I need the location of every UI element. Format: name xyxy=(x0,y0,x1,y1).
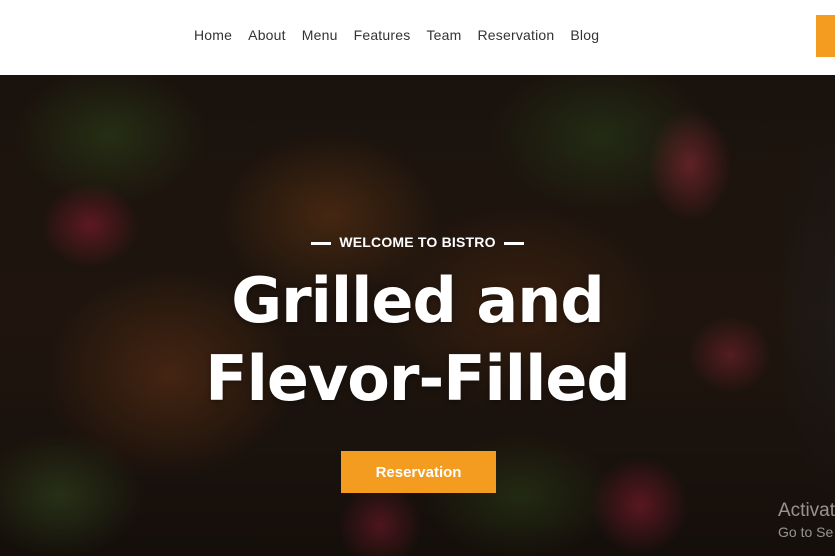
nav-link-menu[interactable]: Menu xyxy=(302,24,338,46)
hero-eyebrow: WELCOME TO BISTRO xyxy=(0,234,835,250)
eyebrow-text: WELCOME TO BISTRO xyxy=(339,234,496,250)
hero-title: Grilled and Flevor-Filled xyxy=(0,262,835,418)
watermark-line-2: Go to Se xyxy=(778,524,834,540)
eyebrow-left-line xyxy=(311,241,332,245)
nav-link-features[interactable]: Features xyxy=(354,24,411,46)
activation-watermark: Activat Go to Se xyxy=(778,500,835,542)
hero-title-line-2: Flevor-Filled xyxy=(205,342,631,415)
nav-link-about[interactable]: About xyxy=(248,24,286,46)
site-header: Home About Menu Features Team Reservatio… xyxy=(0,0,835,75)
watermark-line-1: Activat xyxy=(778,500,835,521)
reservation-button[interactable]: Reservation xyxy=(341,451,496,493)
nav-link-team[interactable]: Team xyxy=(426,24,461,46)
nav-link-home[interactable]: Home xyxy=(194,24,232,46)
nav-link-reservation[interactable]: Reservation xyxy=(477,24,554,46)
nav-link-blog[interactable]: Blog xyxy=(570,24,599,46)
eyebrow-right-line xyxy=(503,241,524,245)
header-cta-button[interactable] xyxy=(816,15,835,57)
main-nav: Home About Menu Features Team Reservatio… xyxy=(194,24,615,46)
hero-title-line-1: Grilled and xyxy=(231,264,605,337)
